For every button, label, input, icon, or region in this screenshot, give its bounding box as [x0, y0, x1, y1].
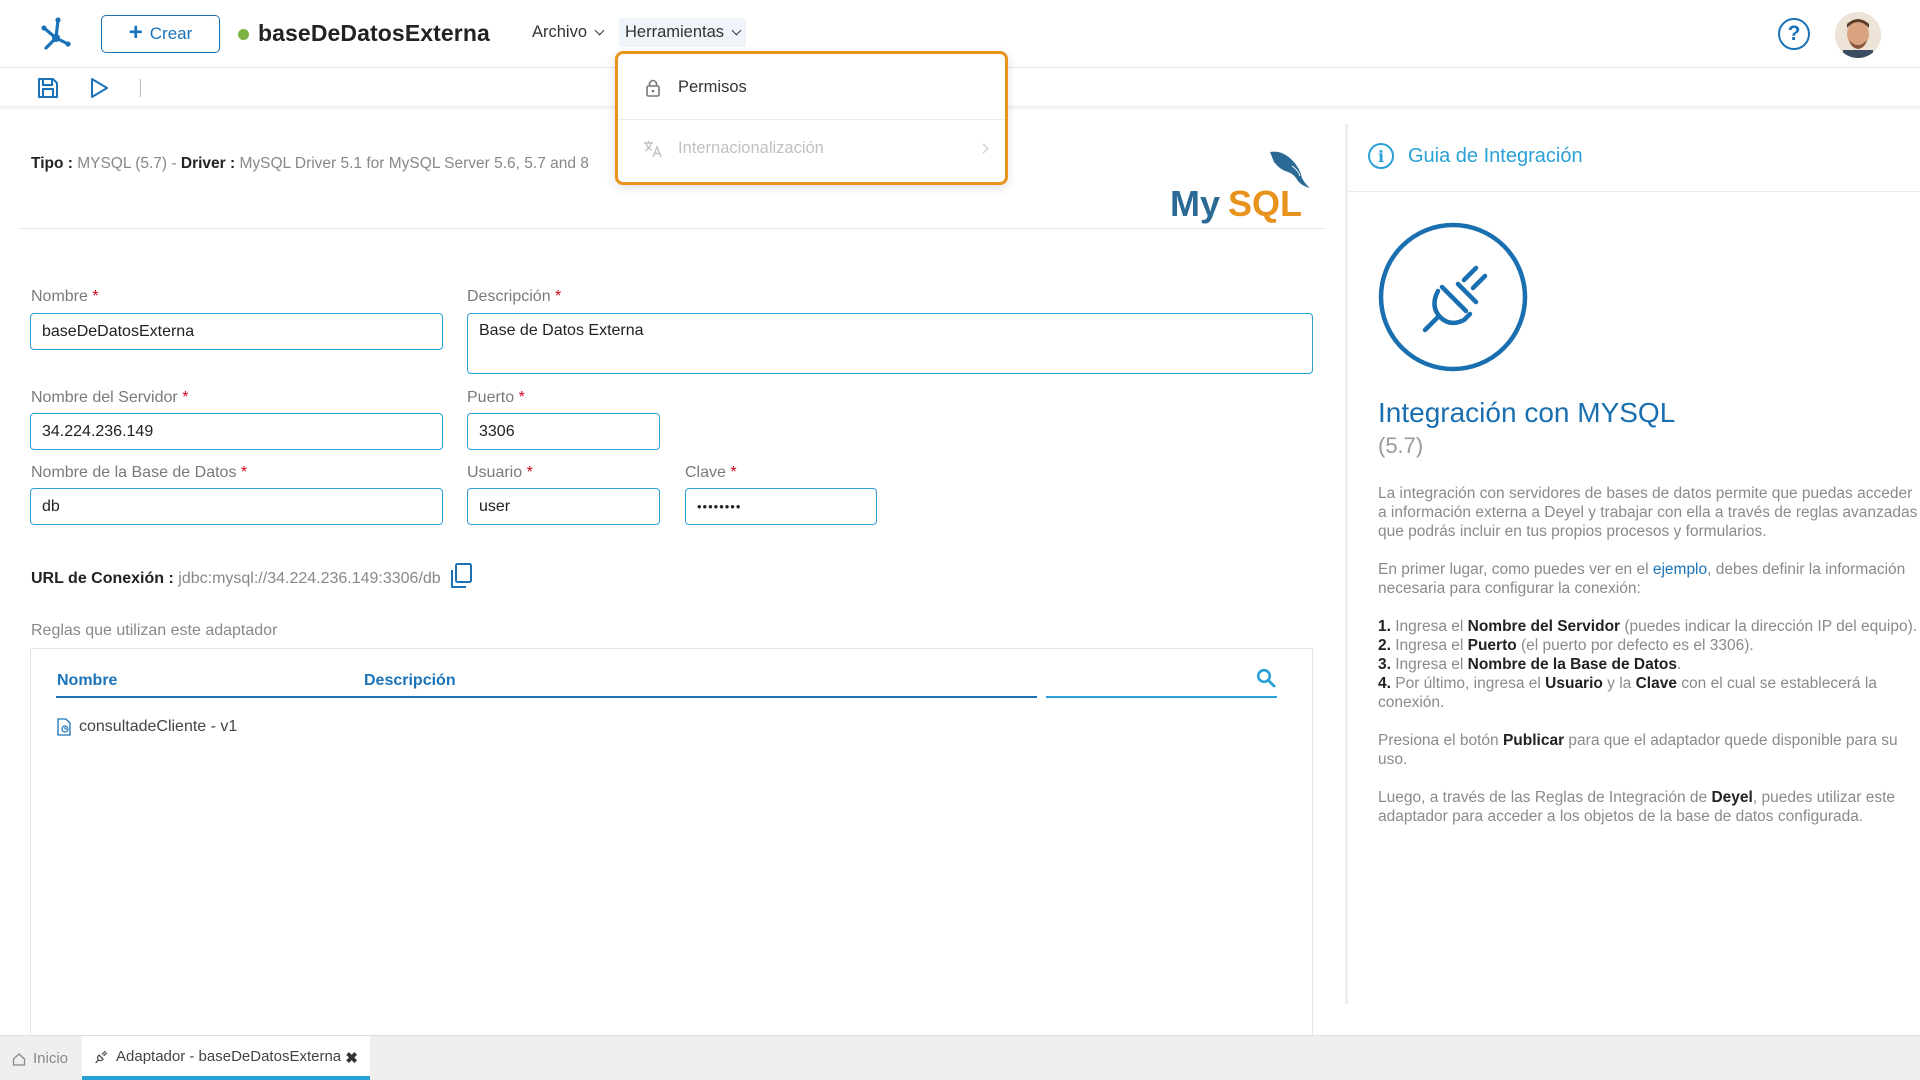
deyel-logo-icon[interactable]	[36, 14, 76, 54]
create-button[interactable]: + Crear	[101, 15, 220, 53]
basedatos-label: Nombre de la Base de Datos *	[31, 464, 248, 481]
menu-archivo[interactable]: Archivo	[532, 23, 605, 42]
tipo-label: Tipo :	[31, 155, 73, 172]
connection-url-value: jdbc:mysql://34.224.236.149:3306/db	[178, 570, 441, 587]
search-icon[interactable]	[1256, 668, 1276, 688]
plug-icon	[95, 1050, 108, 1063]
guide-body: La integración con servidores de bases d…	[1378, 484, 1918, 845]
connection-url-label: URL de Conexión :	[31, 570, 174, 587]
save-icon[interactable]	[36, 76, 60, 100]
driver-value: MySQL Driver 5.1 for MySQL Server 5.6, 5…	[239, 155, 589, 172]
guide-paragraph: La integración con servidores de bases d…	[1378, 485, 1918, 540]
usuario-label: Usuario *	[467, 464, 533, 481]
chevron-down-icon	[731, 25, 742, 36]
guide-steps: 1. Ingresa el Nombre del Servidor (puede…	[1378, 618, 1918, 711]
rules-title: Reglas que utilizan este adaptador	[31, 622, 278, 639]
tab-adaptador[interactable]: Adaptador - baseDeDatosExterna ✖	[82, 1036, 370, 1080]
guide-header: i Guia de Integración	[1368, 143, 1583, 169]
guide-title: Integración con MYSQL	[1378, 397, 1676, 428]
plug-icon	[1378, 222, 1528, 372]
adapter-meta: Tipo : MYSQL (5.7) - Driver : MySQL Driv…	[31, 155, 589, 173]
info-icon: i	[1368, 143, 1394, 169]
translate-icon	[643, 139, 663, 159]
herramientas-dropdown: Permisos Internacionalización	[615, 51, 1008, 185]
example-link[interactable]: ejemplo	[1653, 561, 1707, 578]
rules-table	[30, 648, 1313, 1038]
bottom-tab-bar: Inicio Adaptador - baseDeDatosExterna ✖	[0, 1035, 1920, 1080]
column-header-nombre[interactable]: Nombre	[57, 672, 117, 690]
descripcion-field[interactable]: Base de Datos Externa	[467, 313, 1313, 374]
menu-item-internacionalizacion[interactable]: Internacionalización	[618, 119, 1005, 177]
tab-inicio-label: Inicio	[33, 1050, 69, 1067]
tab-adaptador-label: Adaptador - baseDeDatosExterna	[116, 1047, 342, 1065]
guide-header-title: Guia de Integración	[1408, 144, 1583, 167]
chevron-down-icon	[594, 25, 605, 36]
rule-file-icon	[57, 718, 71, 736]
close-icon[interactable]: ✖	[345, 1049, 358, 1067]
section-divider	[20, 228, 1325, 229]
guide-paragraph: En primer lugar, como puedes ver en el e…	[1378, 561, 1906, 597]
menu-archivo-label: Archivo	[532, 23, 588, 41]
menu-herramientas[interactable]: Herramientas	[619, 18, 747, 47]
app-root: + Crear baseDeDatosExterna Archivo Herra…	[0, 0, 1920, 1080]
column-header-descripcion[interactable]: Descripción	[364, 672, 456, 690]
menu-herramientas-label: Herramientas	[625, 23, 725, 41]
tipo-value: MYSQL (5.7)	[77, 155, 168, 172]
table-row[interactable]: consultadeCliente - v1	[56, 718, 237, 736]
tab-inicio[interactable]: Inicio	[12, 1036, 68, 1080]
guide-divider	[1348, 191, 1920, 192]
help-icon[interactable]: ?	[1778, 18, 1810, 50]
play-icon[interactable]	[88, 77, 110, 99]
guide-paragraph: Presiona el botón Publicar para que el a…	[1378, 732, 1898, 768]
nombre-field[interactable]: baseDeDatosExterna	[30, 313, 443, 350]
usuario-field[interactable]: user	[467, 488, 660, 525]
menu-item-internacionalizacion-label: Internacionalización	[678, 139, 824, 157]
meta-separator: -	[167, 155, 181, 172]
status-dot	[238, 29, 249, 40]
page-title: baseDeDatosExterna	[258, 20, 490, 46]
mysql-logo-sql: SQL	[1228, 183, 1302, 224]
nombre-label: Nombre *	[31, 288, 99, 305]
descripcion-label: Descripción *	[467, 288, 562, 305]
user-avatar-icon	[1835, 12, 1881, 58]
chevron-right-icon	[978, 143, 989, 154]
copy-icon[interactable]	[449, 563, 473, 589]
mysql-logo: My SQL	[1170, 151, 1310, 224]
plus-icon: +	[128, 19, 143, 46]
basedatos-field[interactable]: db	[30, 488, 443, 525]
servidor-label: Nombre del Servidor *	[31, 389, 189, 406]
puerto-field[interactable]: 3306	[467, 413, 660, 450]
menu-item-permisos-label: Permisos	[678, 77, 747, 96]
table-header-underline	[56, 696, 1037, 698]
mysql-logo-my: My	[1170, 183, 1220, 224]
connection-url: URL de Conexión : jdbc:mysql://34.224.23…	[31, 570, 441, 588]
table-search-input[interactable]	[1046, 696, 1277, 698]
avatar[interactable]	[1835, 12, 1881, 58]
toolbar-separator	[140, 79, 141, 97]
guide-paragraph: Luego, a través de las Reglas de Integra…	[1378, 789, 1896, 825]
create-button-label: Crear	[149, 24, 193, 43]
rule-name: consultadeCliente - v1	[79, 718, 238, 735]
clave-field[interactable]: ••••••••	[685, 488, 877, 525]
guide-panel-border	[1345, 124, 1348, 1004]
menu-item-permisos[interactable]: Permisos	[618, 58, 1005, 116]
puerto-label: Puerto *	[467, 389, 525, 406]
lock-icon	[643, 77, 663, 97]
driver-label: Driver :	[180, 155, 236, 172]
guide-version: (5.7)	[1378, 433, 1424, 458]
servidor-field[interactable]: 34.224.236.149	[30, 413, 443, 450]
home-icon	[12, 1052, 26, 1066]
clave-label: Clave *	[685, 464, 737, 481]
